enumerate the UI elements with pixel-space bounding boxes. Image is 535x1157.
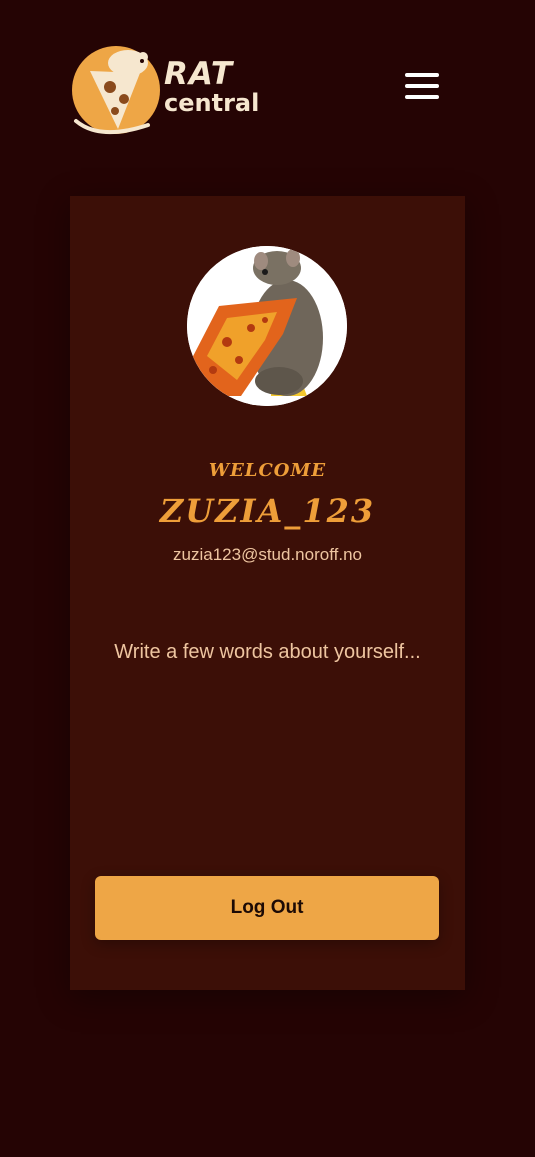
logo-wordmark-rat: RAT: [164, 56, 234, 92]
bio-placeholder[interactable]: Write a few words about yourself...: [70, 641, 465, 664]
hamburger-menu-icon[interactable]: [402, 70, 442, 102]
logo-wordmark-central: central: [164, 89, 260, 117]
menu-bar-top: [405, 73, 439, 77]
welcome-label: WELCOME: [208, 460, 327, 481]
rat-central-logo[interactable]: RAT central: [70, 41, 260, 135]
menu-bar-middle: [405, 84, 439, 88]
avatar: [187, 246, 347, 406]
profile-email: zuzia123@stud.noroff.no: [173, 545, 362, 564]
profile-username: ZUZIA_123: [159, 492, 376, 530]
rat-pizza-logo-icon: [72, 46, 160, 135]
menu-bar-bottom: [405, 95, 439, 99]
profile-card: WELCOME ZUZIA_123 zuzia123@stud.noroff.n…: [70, 196, 465, 990]
logout-button[interactable]: Log Out: [95, 876, 439, 940]
rat-with-pizza-avatar-image: [187, 246, 347, 406]
site-header: RAT central: [0, 0, 535, 170]
